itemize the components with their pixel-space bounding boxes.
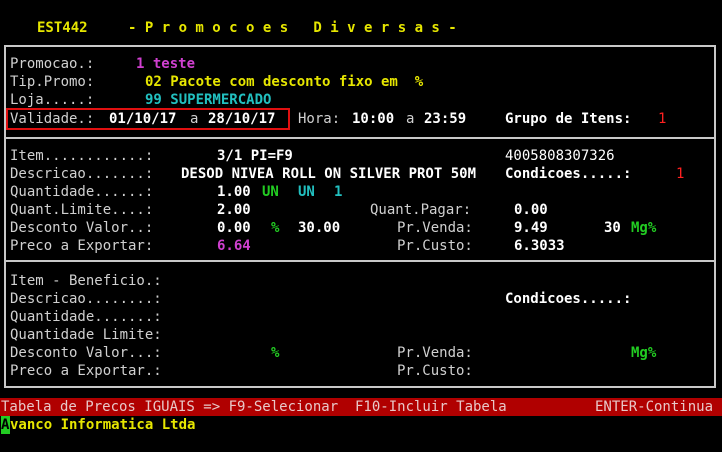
item-quant-pagar-value[interactable]: 0.00 xyxy=(514,201,548,219)
item-pr-custo-label: Pr.Custo: xyxy=(397,238,473,254)
item-quant-limite-value[interactable]: 2.00 xyxy=(217,201,251,219)
screen-title: - P r o m o c o e s D i v e r s a s - xyxy=(128,20,457,36)
beneficio-descricao-label: Descricao........: xyxy=(10,291,162,307)
company-name-first-letter: A xyxy=(1,417,10,433)
item-desconto-pct-sign: % xyxy=(271,220,280,236)
beneficio-item-label: Item - Beneficio.: xyxy=(10,273,162,289)
item-preco-exportar-label: Preco a Exportar: xyxy=(10,238,154,254)
tipo-promo-label: Tip.Promo: xyxy=(10,74,95,90)
item-index[interactable]: 3/1 PI=F9 xyxy=(217,147,293,165)
item-quantidade-extra: 1 xyxy=(334,184,343,200)
beneficio-quant-limite-label: Quantidade Limite: xyxy=(10,327,162,343)
status-bar-enter-hint[interactable]: ENTER-Continua xyxy=(595,398,713,416)
loja-label: Loja.....: xyxy=(10,92,95,108)
beneficio-desconto-pct-sign: % xyxy=(271,345,280,361)
beneficio-pr-custo-label: Pr.Custo: xyxy=(397,363,473,379)
grupo-itens-label: Grupo de Itens: xyxy=(505,111,632,127)
beneficio-quantidade-label: Quantidade.......: xyxy=(10,309,162,325)
item-quantidade-unit: UN xyxy=(262,184,279,200)
item-desconto-pct[interactable]: 30.00 xyxy=(298,219,340,237)
status-bar-hints: Tabela de Precos IGUAIS => F9-Selecionar… xyxy=(1,399,507,415)
grupo-itens-value[interactable]: 1 xyxy=(658,110,666,128)
promocao-value[interactable]: 1 teste xyxy=(136,55,195,73)
item-preco-exportar-value[interactable]: 6.64 xyxy=(217,237,251,255)
validade-start[interactable]: 01/10/17 xyxy=(109,110,176,128)
beneficio-pr-venda-label: Pr.Venda: xyxy=(397,345,473,361)
item-quant-limite-label: Quant.Limite....: xyxy=(10,202,154,218)
item-desconto-value[interactable]: 0.00 xyxy=(217,219,251,237)
validade-separator: a xyxy=(190,111,199,127)
item-label: Item............: xyxy=(10,148,154,164)
item-quantidade-value[interactable]: 1.00 xyxy=(217,183,251,201)
validade-end[interactable]: 28/10/17 xyxy=(208,110,275,128)
hora-start[interactable]: 10:00 xyxy=(352,110,394,128)
section-divider-1 xyxy=(4,137,716,139)
item-condicoes-value[interactable]: 1 xyxy=(676,165,684,183)
beneficio-preco-exportar-label: Preco a Exportar.: xyxy=(10,363,162,379)
item-pr-venda-unit: Mg% xyxy=(631,220,657,236)
item-condicoes-label: Condicoes.....: xyxy=(505,166,632,182)
hora-end[interactable]: 23:59 xyxy=(424,110,466,128)
item-pr-custo-value: 6.3033 xyxy=(514,238,565,254)
tipo-promo-value[interactable]: 02 Pacote com desconto fixo em % xyxy=(145,73,423,91)
validade-label: Validade.: xyxy=(10,111,95,127)
beneficio-condicoes-label: Condicoes.....: xyxy=(505,291,632,307)
item-quant-pagar-label: Quant.Pagar: xyxy=(370,202,472,218)
item-quantidade-unit-2: UN xyxy=(298,184,315,200)
company-name: vanco Informatica Ltda xyxy=(10,417,196,433)
program-code: EST442 xyxy=(37,20,88,36)
item-pr-venda-qty: 30 xyxy=(604,220,621,236)
item-barcode: 4005808307326 xyxy=(505,148,615,164)
promocao-label: Promocao.: xyxy=(10,56,95,72)
section-divider-2 xyxy=(4,260,716,262)
item-descricao-label: Descricao.......: xyxy=(10,166,154,182)
hora-label: Hora: xyxy=(298,111,341,127)
loja-value[interactable]: 99 SUPERMERCADO xyxy=(145,91,271,109)
item-desconto-label: Desconto Valor..: xyxy=(10,220,154,236)
item-pr-venda-value[interactable]: 9.49 xyxy=(514,219,548,237)
beneficio-desconto-label: Desconto Valor...: xyxy=(10,345,162,361)
hora-separator: a xyxy=(406,111,415,127)
beneficio-pr-venda-unit: Mg% xyxy=(631,345,657,361)
item-pr-venda-label: Pr.Venda: xyxy=(397,220,473,236)
item-descricao-value: DESOD NIVEA ROLL ON SILVER PROT 50M xyxy=(181,166,477,182)
item-quantidade-label: Quantidade......: xyxy=(10,184,154,200)
